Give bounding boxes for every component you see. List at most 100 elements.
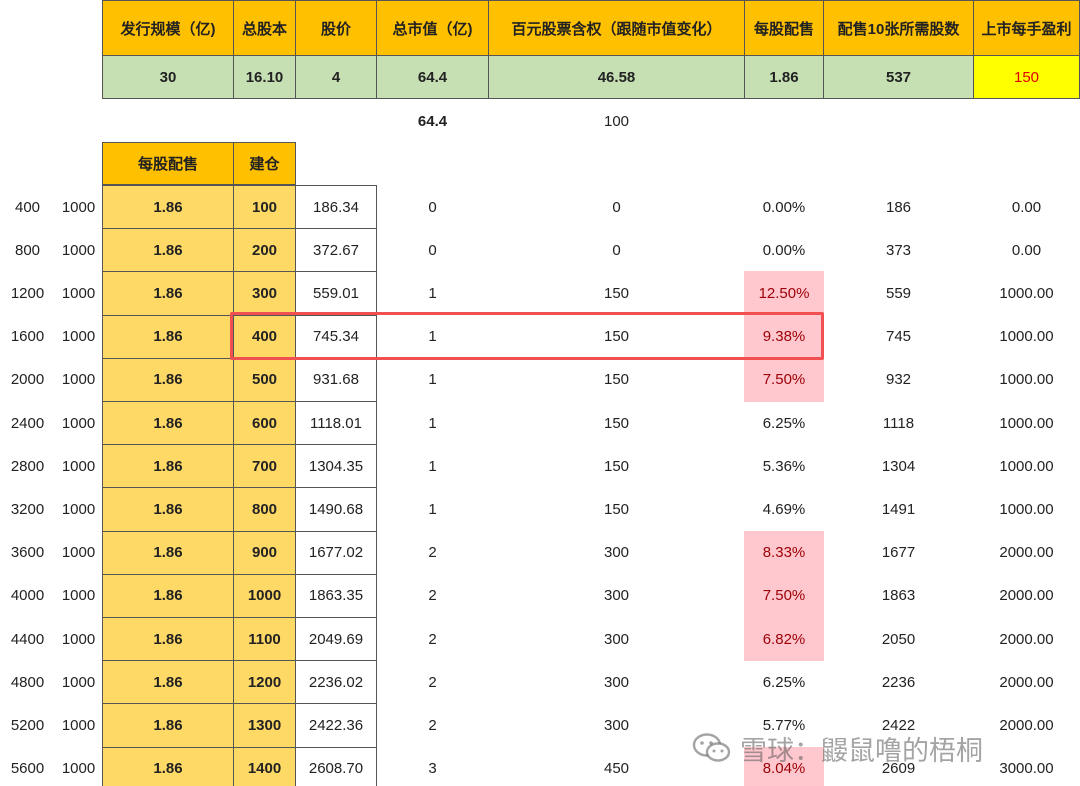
- header-issue-size[interactable]: 发行规模（亿): [102, 0, 234, 56]
- cell-amount[interactable]: 400: [0, 185, 55, 229]
- cell-cost[interactable]: 186.34: [295, 185, 377, 230]
- cell-profit[interactable]: 1000.00: [973, 444, 1080, 488]
- value-issue-size[interactable]: 30: [102, 55, 234, 99]
- cell-profit-units[interactable]: 150: [488, 401, 745, 445]
- cell-profit[interactable]: 1000.00: [973, 358, 1080, 402]
- cell-return-rate[interactable]: 12.50%: [744, 271, 824, 316]
- cell-profit[interactable]: 2000.00: [973, 660, 1080, 704]
- cell-allot[interactable]: 1.86: [102, 530, 234, 575]
- header-profit-per-lot[interactable]: 上市每手盈利: [973, 0, 1080, 56]
- cell-shares[interactable]: 745: [823, 315, 974, 359]
- cell-lot-size[interactable]: 1000: [55, 703, 102, 747]
- cell-allot[interactable]: 1.86: [102, 617, 234, 662]
- cell-lots[interactable]: 1: [376, 271, 489, 315]
- cell-cost[interactable]: 559.01: [295, 271, 377, 316]
- cell-shares[interactable]: 2609: [823, 747, 974, 786]
- cell-shares[interactable]: 1491: [823, 487, 974, 531]
- cell-return-rate[interactable]: 5.77%: [744, 703, 824, 747]
- cell-shares[interactable]: 1863: [823, 574, 974, 618]
- cell-allot[interactable]: 1.86: [102, 185, 234, 230]
- cell-profit-units[interactable]: 0: [488, 185, 745, 229]
- cell-amount[interactable]: 1200: [0, 271, 55, 315]
- cell-lot-size[interactable]: 1000: [55, 531, 102, 575]
- cell-return-rate[interactable]: 7.50%: [744, 357, 824, 402]
- cell-profit-units[interactable]: 150: [488, 444, 745, 488]
- cell-profit[interactable]: 0.00: [973, 228, 1080, 272]
- cell-shares[interactable]: 1118: [823, 401, 974, 445]
- cell-allot[interactable]: 1.86: [102, 357, 234, 402]
- cell-lots[interactable]: 2: [376, 660, 489, 704]
- cell-build[interactable]: 300: [233, 271, 296, 316]
- cell-lot-size[interactable]: 1000: [55, 401, 102, 445]
- cell-cost[interactable]: 745.34: [295, 314, 377, 359]
- cell-profit-units[interactable]: 150: [488, 358, 745, 402]
- cell-profit-units[interactable]: 150: [488, 315, 745, 359]
- cell-profit[interactable]: 2000.00: [973, 703, 1080, 747]
- cell-lots[interactable]: 1: [376, 315, 489, 359]
- cell-lot-size[interactable]: 1000: [55, 574, 102, 618]
- cell-profit-units[interactable]: 0: [488, 228, 745, 272]
- value-shares-for-ten-lots[interactable]: 537: [823, 55, 974, 99]
- header-total-shares[interactable]: 总股本: [233, 0, 296, 56]
- cell-amount[interactable]: 3600: [0, 531, 55, 575]
- cell-profit-units[interactable]: 300: [488, 617, 745, 661]
- cell-allot[interactable]: 1.86: [102, 746, 234, 786]
- cell-amount[interactable]: 4800: [0, 660, 55, 704]
- cell-build[interactable]: 1100: [233, 617, 296, 662]
- cell-lot-size[interactable]: 1000: [55, 487, 102, 531]
- cell-allot[interactable]: 1.86: [102, 228, 234, 273]
- cell-lot-size[interactable]: 1000: [55, 747, 102, 786]
- cell-profit[interactable]: 2000.00: [973, 531, 1080, 575]
- cell-build[interactable]: 800: [233, 487, 296, 532]
- cell-lots[interactable]: 2: [376, 617, 489, 661]
- cell-shares[interactable]: 932: [823, 358, 974, 402]
- value-total-shares[interactable]: 16.10: [233, 55, 296, 99]
- cell-lot-size[interactable]: 1000: [55, 617, 102, 661]
- cell-profit[interactable]: 1000.00: [973, 487, 1080, 531]
- cell-profit-units[interactable]: 450: [488, 747, 745, 786]
- cell-lots[interactable]: 2: [376, 703, 489, 747]
- cell-build[interactable]: 1400: [233, 746, 296, 786]
- cell-build[interactable]: 500: [233, 357, 296, 402]
- value-market-cap[interactable]: 64.4: [376, 55, 489, 99]
- cell-amount[interactable]: 1600: [0, 315, 55, 359]
- cell-amount[interactable]: 2000: [0, 358, 55, 402]
- value-allot-per-share[interactable]: 1.86: [744, 55, 824, 99]
- value-rights-per-hundred[interactable]: 46.58: [488, 55, 745, 99]
- cell-cost[interactable]: 1863.35: [295, 573, 377, 618]
- cell-build[interactable]: 200: [233, 228, 296, 273]
- cell-profit[interactable]: 1000.00: [973, 401, 1080, 445]
- cell-shares[interactable]: 2050: [823, 617, 974, 661]
- cell-lots[interactable]: 0: [376, 185, 489, 229]
- cell-amount[interactable]: 5600: [0, 747, 55, 786]
- cell-amount[interactable]: 5200: [0, 703, 55, 747]
- cell-return-rate[interactable]: 6.25%: [744, 660, 824, 704]
- extra-hundred[interactable]: 100: [488, 100, 745, 143]
- cell-return-rate[interactable]: 8.33%: [744, 530, 824, 575]
- cell-return-rate[interactable]: 6.82%: [744, 617, 824, 662]
- cell-profit-units[interactable]: 300: [488, 531, 745, 575]
- value-price[interactable]: 4: [295, 55, 377, 99]
- cell-cost[interactable]: 2049.69: [295, 617, 377, 662]
- cell-profit[interactable]: 1000.00: [973, 315, 1080, 359]
- cell-cost[interactable]: 2422.36: [295, 703, 377, 748]
- cell-shares[interactable]: 2236: [823, 660, 974, 704]
- cell-return-rate[interactable]: 6.25%: [744, 401, 824, 445]
- cell-lots[interactable]: 1: [376, 401, 489, 445]
- header-rights-per-hundred[interactable]: 百元股票含权（跟随市值变化）: [488, 0, 745, 56]
- cell-lots[interactable]: 1: [376, 358, 489, 402]
- cell-amount[interactable]: 2400: [0, 401, 55, 445]
- value-profit-per-lot[interactable]: 150: [973, 55, 1080, 99]
- cell-build[interactable]: 1200: [233, 660, 296, 705]
- cell-profit-units[interactable]: 300: [488, 660, 745, 704]
- cell-build[interactable]: 1300: [233, 703, 296, 748]
- cell-allot[interactable]: 1.86: [102, 314, 234, 359]
- cell-shares[interactable]: 559: [823, 271, 974, 315]
- cell-return-rate[interactable]: 4.69%: [744, 487, 824, 531]
- cell-build[interactable]: 100: [233, 185, 296, 230]
- cell-allot[interactable]: 1.86: [102, 444, 234, 489]
- cell-profit-units[interactable]: 150: [488, 487, 745, 531]
- cell-cost[interactable]: 1490.68: [295, 487, 377, 532]
- cell-lot-size[interactable]: 1000: [55, 228, 102, 272]
- cell-lots[interactable]: 1: [376, 487, 489, 531]
